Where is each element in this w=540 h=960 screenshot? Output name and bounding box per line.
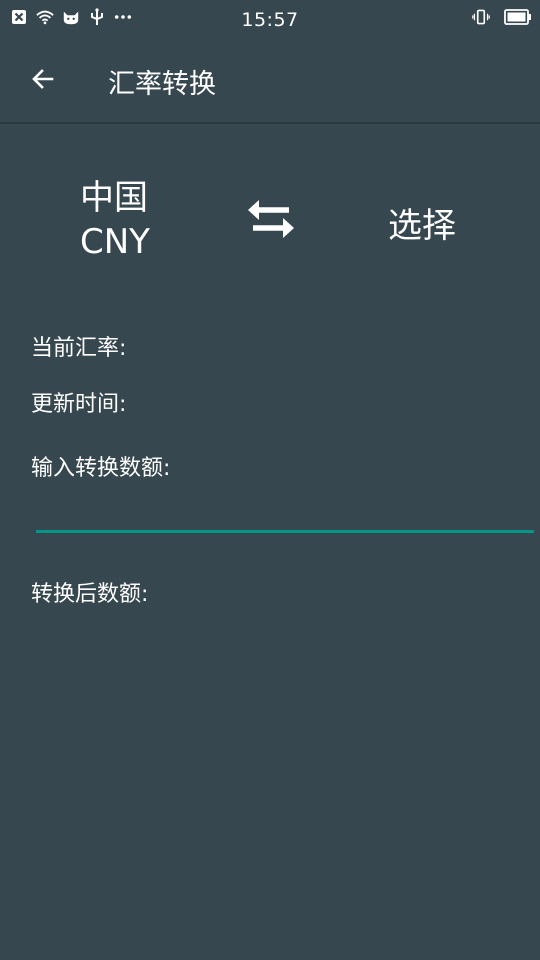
- status-icons-right: [472, 8, 532, 26]
- status-bar: 15:57: [0, 0, 540, 38]
- from-currency-code: CNY: [80, 222, 150, 262]
- battery-icon: [504, 8, 532, 26]
- select-target-currency-button[interactable]: 选择: [388, 198, 456, 247]
- back-button[interactable]: [24, 60, 62, 98]
- arrow-left-icon: [32, 69, 54, 89]
- update-time-label: 更新时间:: [31, 392, 127, 417]
- swap-arrows-icon: [248, 200, 294, 238]
- currency-selector-row: 中国 CNY 选择: [0, 170, 540, 270]
- input-amount-label: 输入转换数额:: [31, 456, 171, 481]
- current-rate-label: 当前汇率:: [31, 336, 127, 361]
- vibrate-icon: [472, 8, 490, 26]
- converted-amount-label: 转换后数额:: [31, 582, 149, 607]
- page-title: 汇率转换: [108, 69, 216, 100]
- status-time: 15:57: [241, 9, 299, 31]
- amount-input[interactable]: [36, 494, 534, 533]
- from-currency[interactable]: 中国 CNY: [80, 176, 150, 264]
- swap-currency-button[interactable]: [244, 192, 298, 246]
- app-toolbar: 汇率转换: [0, 38, 540, 124]
- from-currency-name: 中国: [80, 178, 148, 218]
